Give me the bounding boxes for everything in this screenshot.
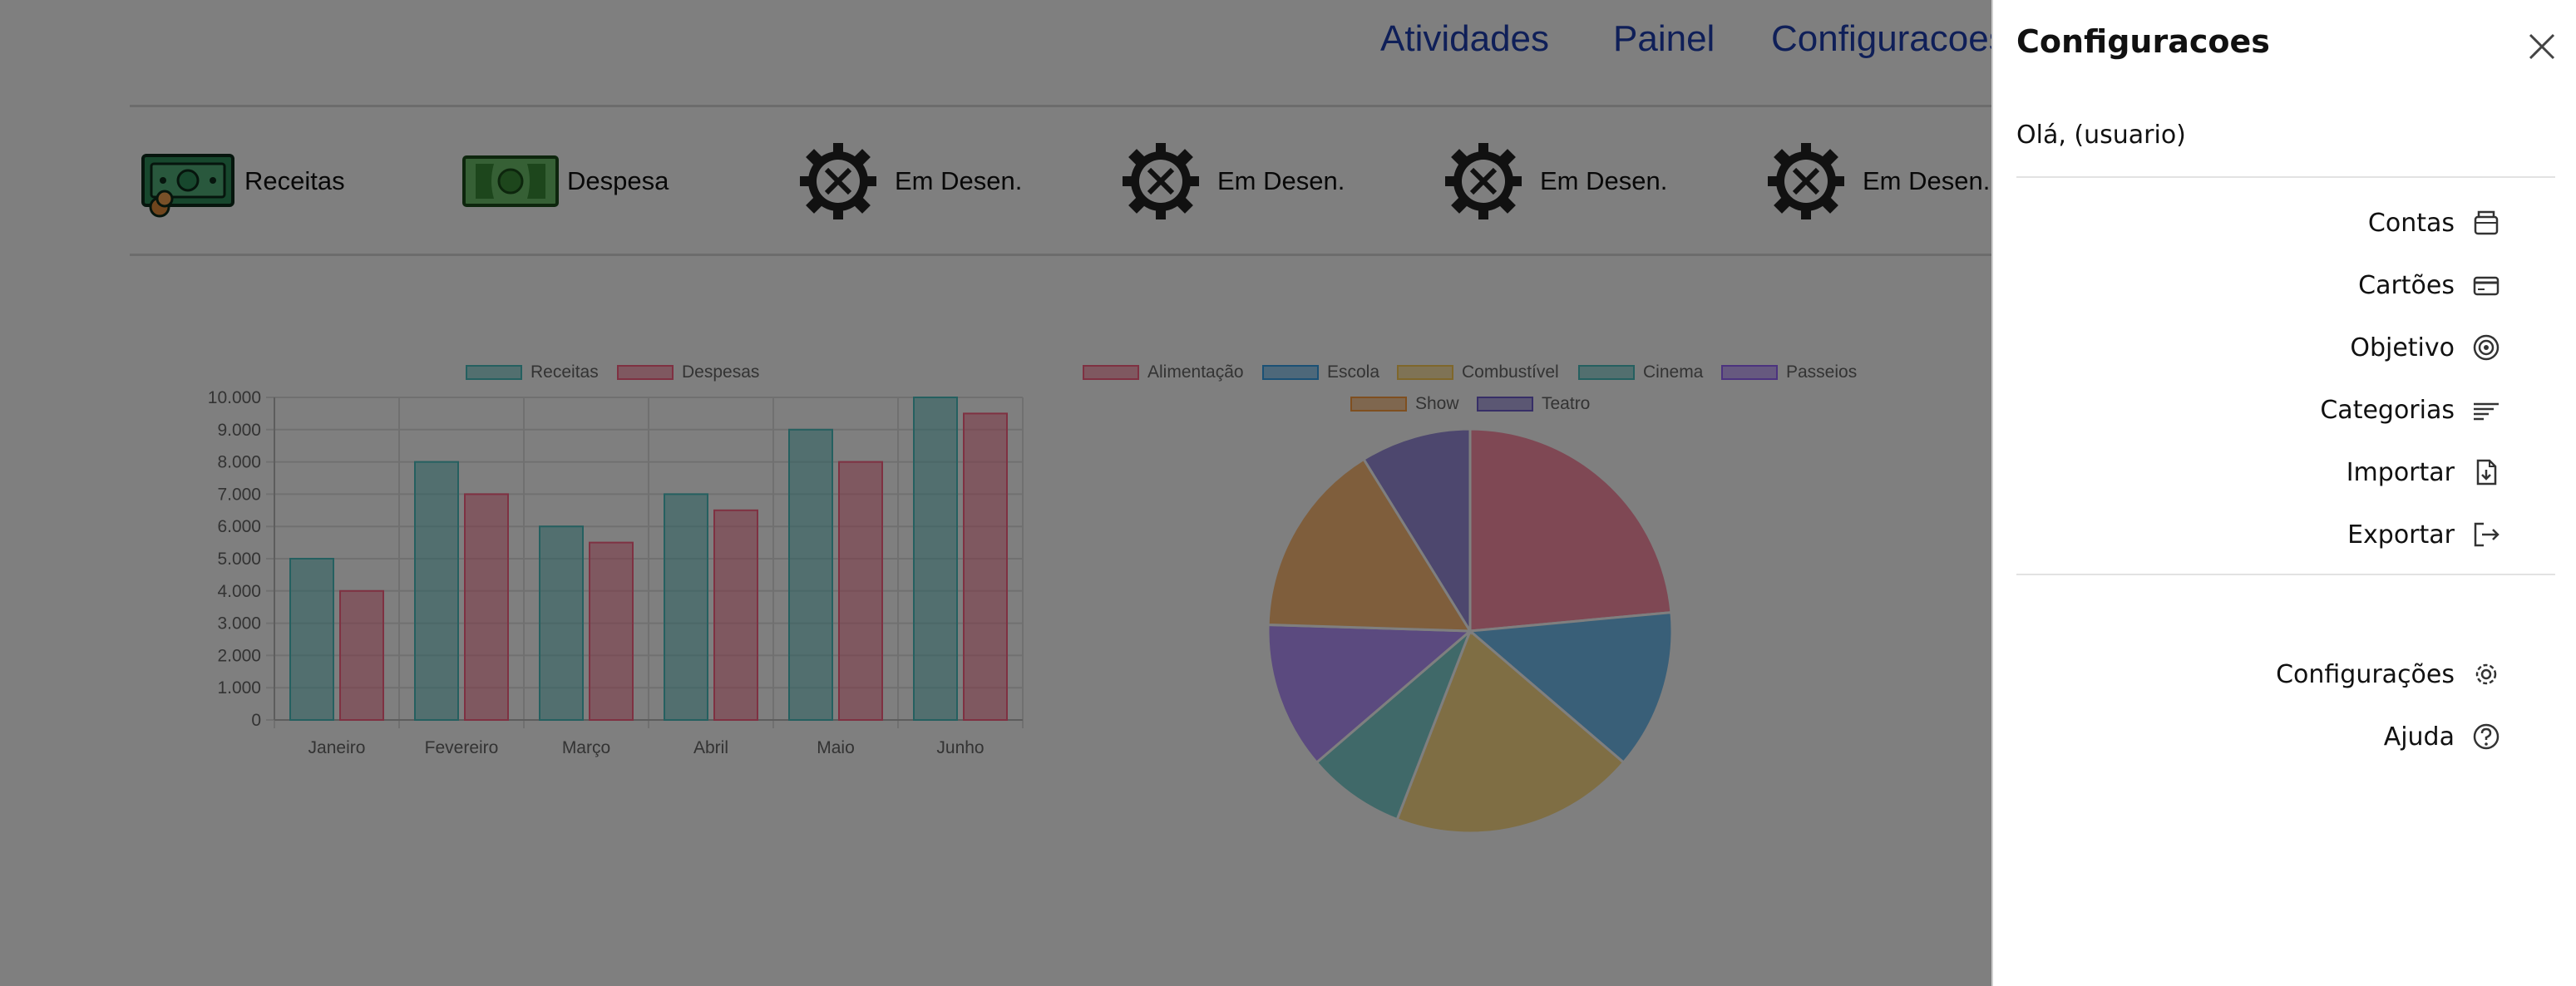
- menu-item-cartoes[interactable]: Cartões: [2358, 264, 2503, 306]
- import-file-icon: [2470, 456, 2503, 489]
- greeting-text: Olá, (usuario): [2016, 121, 2186, 150]
- menu-item-label: Contas: [2367, 208, 2455, 238]
- menu-item-label: Ajuda: [2383, 722, 2455, 752]
- settings-panel: Configuracoes Olá, (usuario) Contas Cart…: [1991, 0, 2576, 986]
- menu-item-contas[interactable]: Contas: [2368, 202, 2503, 244]
- menu-item-objetivo[interactable]: Objetivo: [2350, 327, 2503, 368]
- wallet-icon: [2470, 206, 2503, 239]
- panel-divider: [2016, 574, 2555, 575]
- menu-item-label: Configurações: [2276, 659, 2455, 689]
- menu-item-label: Objetivo: [2350, 333, 2455, 362]
- menu-item-configuracoes[interactable]: Configurações: [2276, 653, 2503, 695]
- menu-item-categorias[interactable]: Categorias: [2320, 389, 2503, 431]
- menu-item-ajuda[interactable]: Ajuda: [2384, 716, 2503, 757]
- credit-card-icon: [2470, 269, 2503, 302]
- menu-item-label: Cartões: [2358, 270, 2455, 300]
- gear-icon: [2470, 658, 2503, 691]
- menu-item-label: Importar: [2346, 457, 2455, 487]
- help-icon: [2470, 720, 2503, 753]
- close-icon[interactable]: [2525, 30, 2559, 63]
- modal-backdrop[interactable]: [0, 0, 1991, 986]
- list-icon: [2470, 393, 2503, 426]
- panel-title: Configuracoes: [2016, 23, 2270, 60]
- target-icon: [2470, 331, 2503, 364]
- menu-item-label: Exportar: [2347, 520, 2455, 550]
- panel-divider: [2016, 176, 2555, 178]
- menu-item-label: Categorias: [2320, 395, 2455, 425]
- menu-item-importar[interactable]: Importar: [2347, 451, 2503, 493]
- menu-item-exportar[interactable]: Exportar: [2347, 514, 2503, 555]
- export-icon: [2470, 518, 2503, 551]
